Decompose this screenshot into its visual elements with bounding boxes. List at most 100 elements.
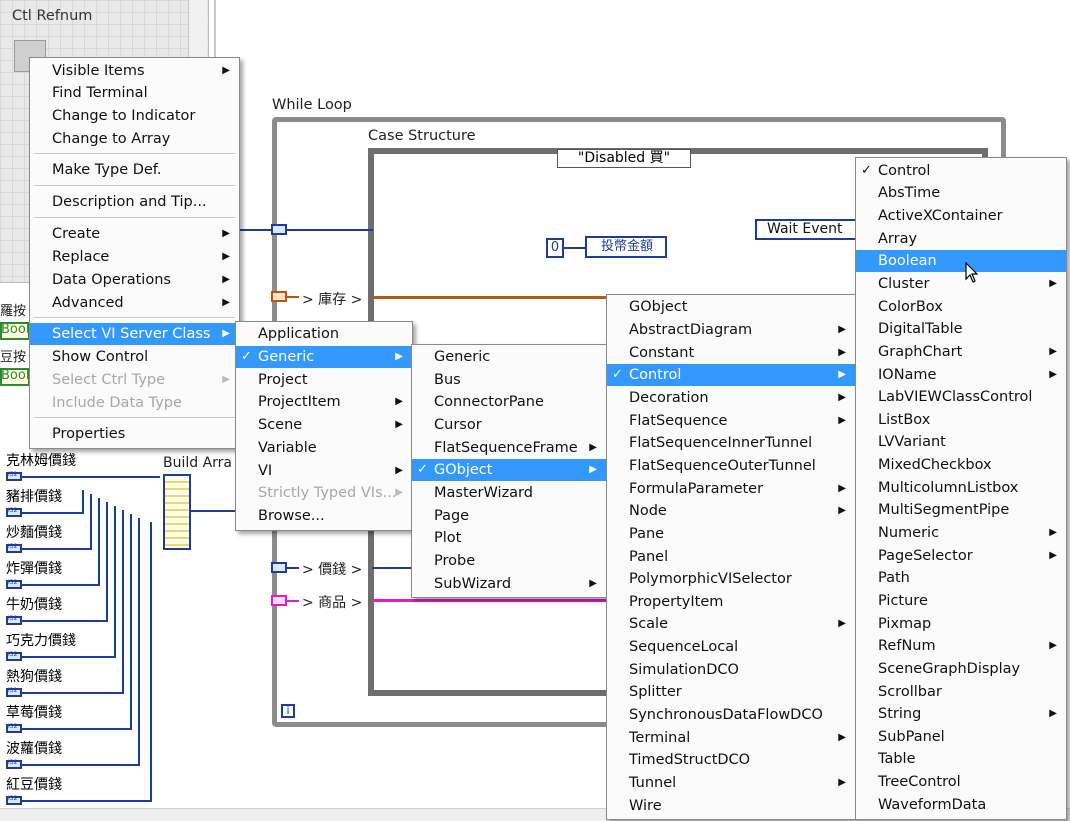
menu-item-splitter[interactable]: Splitter (607, 681, 855, 703)
price-terminal[interactable] (6, 759, 22, 769)
price-terminal[interactable] (6, 543, 22, 553)
menu-item-change-to-array[interactable]: Change to Array (30, 128, 239, 150)
menu-item-generic-class[interactable]: Generic (412, 346, 606, 368)
menu-item-make-type-def[interactable]: Make Type Def. (30, 159, 239, 181)
menu-item-lvvariant[interactable]: LVVariant (856, 431, 1066, 453)
menu-item-numeric[interactable]: Numeric ▶ (856, 522, 1066, 544)
menu-item-pane[interactable]: Pane (607, 523, 855, 545)
menu-item-gobject-class[interactable]: GObject (607, 296, 855, 318)
menu-item-decoration[interactable]: Decoration ▶ (607, 387, 855, 409)
menu-item-scenegraphdisplay[interactable]: SceneGraphDisplay (856, 658, 1066, 680)
menu-item-browse[interactable]: Browse... (236, 505, 412, 527)
menu-item-pixmap[interactable]: Pixmap (856, 613, 1066, 635)
wait-event-node[interactable]: Wait Event (755, 219, 857, 240)
menu-item-select-ctrl-type[interactable]: Select Ctrl Type ▶ (30, 369, 239, 391)
price-terminal[interactable] (6, 795, 22, 805)
menu-item-labviewclasscontrol[interactable]: LabVIEWClassControl (856, 386, 1066, 408)
menu-item-scale[interactable]: Scale ▶ (607, 613, 855, 635)
menu-item-scene[interactable]: Scene ▶ (236, 414, 412, 436)
menu-item-picture[interactable]: Picture (856, 590, 1066, 612)
menu-item-project[interactable]: Project (236, 369, 412, 391)
menu-item-propertyitem[interactable]: PropertyItem (607, 591, 855, 613)
build-array-node[interactable] (163, 474, 191, 550)
menu-item-node[interactable]: Node ▶ (607, 500, 855, 522)
menu-item-path[interactable]: Path (856, 567, 1066, 589)
menu-item-visible-items[interactable]: Visible Items ▶ (30, 60, 239, 82)
menu-item-flatsequenceframe[interactable]: FlatSequenceFrame ▶ (412, 437, 606, 459)
menu-item-plot[interactable]: Plot (412, 527, 606, 549)
menu-item-ioname[interactable]: IOName ▶ (856, 364, 1066, 386)
menu-item-control-class[interactable]: ✓ Control (856, 160, 1066, 182)
menu-item-flatsequence[interactable]: FlatSequence ▶ (607, 410, 855, 432)
menu-item-synchronousdataflowdco[interactable]: SynchronousDataFlowDCO (607, 704, 855, 726)
menu-item-polymorphicviselector[interactable]: PolymorphicVISelector (607, 568, 855, 590)
menu-item-listbox[interactable]: ListBox (856, 409, 1066, 431)
menu-item-multicolumnlistbox[interactable]: MulticolumnListbox (856, 477, 1066, 499)
loop-iteration-terminal[interactable]: i (281, 704, 295, 718)
menu-item-bus[interactable]: Bus (412, 369, 606, 391)
menu-item-projectitem[interactable]: ProjectItem ▶ (236, 391, 412, 413)
price-terminal[interactable] (6, 723, 22, 733)
coin-amount-indicator[interactable]: 投幣金額 (585, 236, 667, 258)
menu-item-flatsequenceinnertunnel[interactable]: FlatSequenceInnerTunnel (607, 432, 855, 454)
menu-item-digitaltable[interactable]: DigitalTable (856, 318, 1066, 340)
menu-item-include-data-type[interactable]: Include Data Type (30, 392, 239, 414)
menu-item-waveformdata[interactable]: WaveformData (856, 794, 1066, 816)
menu-item-vi[interactable]: VI ▶ (236, 460, 412, 482)
menu-item-connectorpane[interactable]: ConnectorPane (412, 391, 606, 413)
menu-item-graphchart[interactable]: GraphChart ▶ (856, 341, 1066, 363)
menu-item-wire[interactable]: Wire (607, 795, 855, 817)
menu-item-string[interactable]: String ▶ (856, 703, 1066, 725)
menu-item-timedstructdco[interactable]: TimedStructDCO (607, 749, 855, 771)
menu-item-table[interactable]: Table (856, 748, 1066, 770)
menu-item-find-terminal[interactable]: Find Terminal (30, 82, 239, 104)
menu-item-simulationdco[interactable]: SimulationDCO (607, 659, 855, 681)
menu-item-probe[interactable]: Probe (412, 550, 606, 572)
numeric-constant[interactable]: 0 (546, 238, 564, 258)
menu-item-gobject[interactable]: ✓ GObject ▶ (412, 459, 606, 481)
price-terminal[interactable] (6, 579, 22, 589)
menu-item-properties[interactable]: Properties (30, 423, 239, 445)
menu-item-cluster[interactable]: Cluster ▶ (856, 273, 1066, 295)
menu-item-select-vi-server-class[interactable]: Select VI Server Class ▶ (30, 323, 239, 345)
price-tunnel[interactable] (271, 562, 287, 573)
menu-item-terminal[interactable]: Terminal ▶ (607, 727, 855, 749)
menu-item-strictly-typed-vis[interactable]: Strictly Typed VIs... ▶ (236, 482, 412, 504)
menu-item-show-control[interactable]: Show Control (30, 346, 239, 368)
menu-item-masterwizard[interactable]: MasterWizard (412, 482, 606, 504)
price-terminal[interactable] (6, 651, 22, 661)
menu-item-scrollbar[interactable]: Scrollbar (856, 681, 1066, 703)
case-selector[interactable]: "Disabled 買" (557, 149, 691, 168)
menu-item-subwizard[interactable]: SubWizard ▶ (412, 573, 606, 595)
menu-item-formulaparameter[interactable]: FormulaParameter ▶ (607, 478, 855, 500)
menu-item-boolean[interactable]: Boolean (856, 250, 1066, 272)
menu-item-mixedcheckbox[interactable]: MixedCheckbox (856, 454, 1066, 476)
menu-item-flatsequenceoutertunnel[interactable]: FlatSequenceOuterTunnel (607, 455, 855, 477)
menu-item-constant[interactable]: Constant ▶ (607, 342, 855, 364)
event-tunnel[interactable] (271, 224, 287, 235)
price-terminal[interactable] (6, 471, 22, 481)
menu-item-change-to-indicator[interactable]: Change to Indicator (30, 105, 239, 127)
menu-item-sequencelocal[interactable]: SequenceLocal (607, 636, 855, 658)
menu-item-tunnel[interactable]: Tunnel ▶ (607, 772, 855, 794)
price-terminal[interactable] (6, 687, 22, 697)
menu-item-page[interactable]: Page (412, 505, 606, 527)
menu-item-abstractdiagram[interactable]: AbstractDiagram ▶ (607, 319, 855, 341)
menu-item-refnum[interactable]: RefNum ▶ (856, 635, 1066, 657)
menu-item-variable[interactable]: Variable (236, 437, 412, 459)
menu-item-data-operations[interactable]: Data Operations ▶ (30, 269, 239, 291)
menu-item-generic[interactable]: ✓ Generic ▶ (236, 346, 412, 368)
stock-tunnel[interactable] (271, 291, 287, 302)
price-terminal[interactable] (6, 615, 22, 625)
menu-item-multisegmentpipe[interactable]: MultiSegmentPipe (856, 499, 1066, 521)
menu-item-create[interactable]: Create ▶ (30, 223, 239, 245)
menu-item-control[interactable]: ✓ Control ▶ (607, 364, 855, 386)
menu-item-array[interactable]: Array (856, 228, 1066, 250)
menu-item-replace[interactable]: Replace ▶ (30, 246, 239, 268)
menu-item-subpanel[interactable]: SubPanel (856, 726, 1066, 748)
menu-item-abstime[interactable]: AbsTime (856, 182, 1066, 204)
menu-item-colorbox[interactable]: ColorBox (856, 296, 1066, 318)
menu-item-pageselector[interactable]: PageSelector ▶ (856, 545, 1066, 567)
menu-item-treecontrol[interactable]: TreeControl (856, 771, 1066, 793)
product-tunnel[interactable] (271, 595, 287, 606)
